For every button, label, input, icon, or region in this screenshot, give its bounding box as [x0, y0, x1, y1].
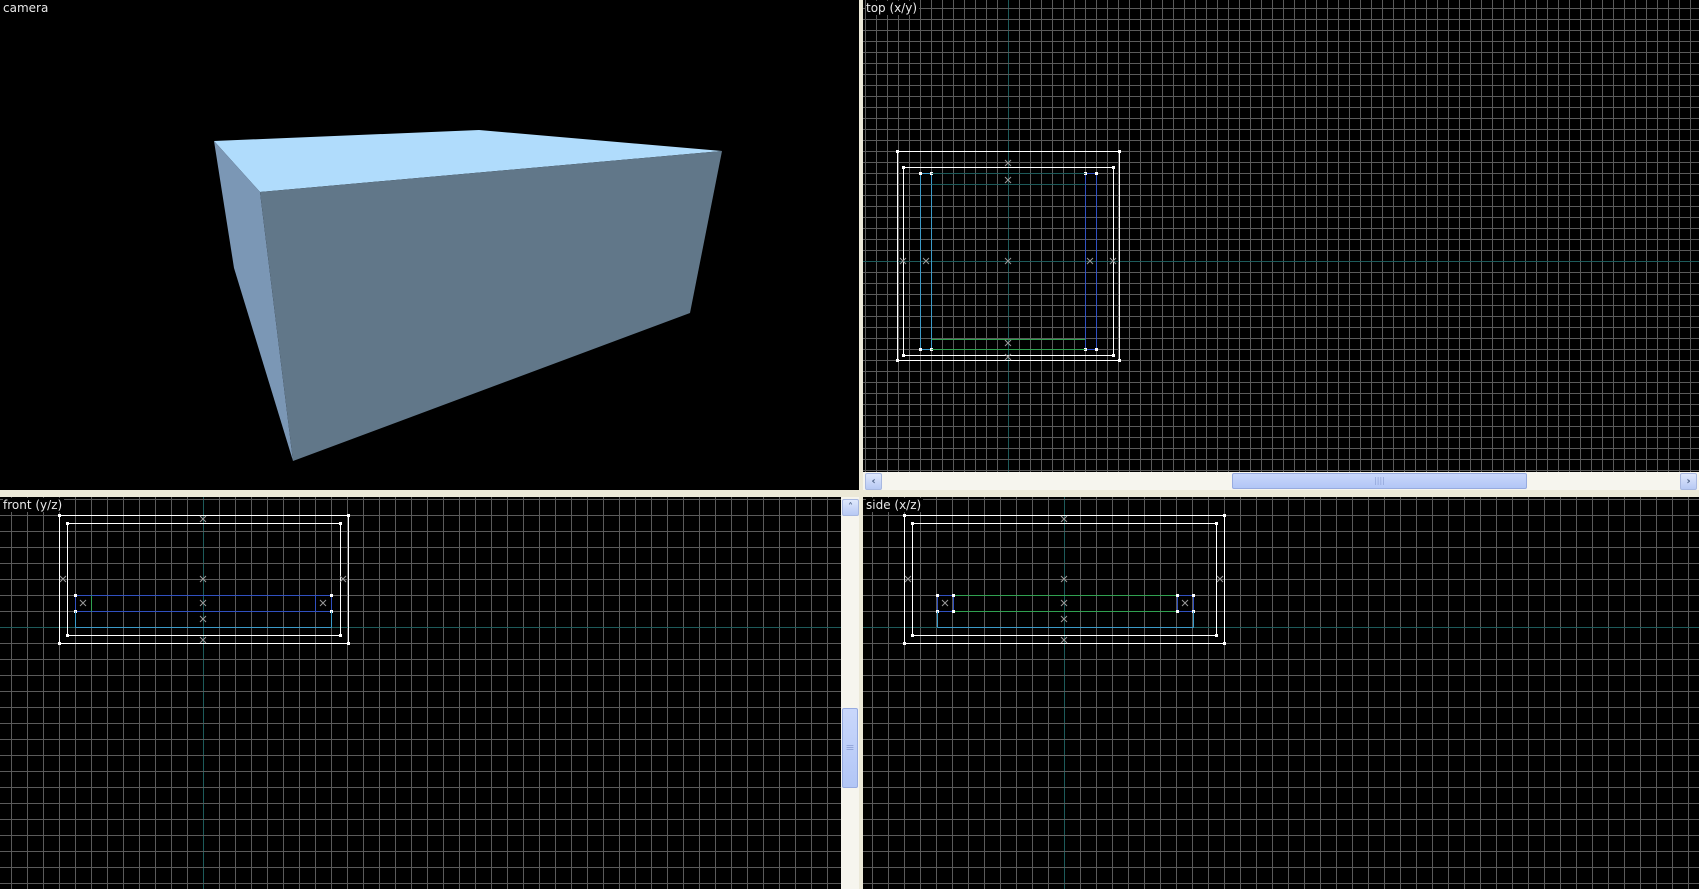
vertex-handle: [347, 642, 350, 645]
vertex-handle: [936, 594, 939, 597]
top-view-grid: [863, 0, 1699, 472]
scroll-thumb[interactable]: ||||: [1232, 473, 1527, 489]
scroll-right-button[interactable]: ›: [1680, 473, 1697, 490]
vertex-handle: [58, 514, 61, 517]
top-viewport[interactable]: top (x/y): [863, 0, 1699, 472]
scroll-thumb[interactable]: ≡: [842, 708, 858, 788]
vertex-handle: [911, 522, 914, 525]
vertex-handle: [339, 634, 342, 637]
vertex-handle: [66, 522, 69, 525]
vertex-handle: [1215, 634, 1218, 637]
side-viewport[interactable]: side (x/z): [863, 497, 1699, 889]
vertex-handle: [903, 514, 906, 517]
vertex-handle: [1223, 642, 1226, 645]
vertex-handle: [1215, 522, 1218, 525]
center-x-marker: [319, 599, 327, 607]
vertex-handle: [339, 522, 342, 525]
center-x-marker: [1181, 599, 1189, 607]
camera-render: [214, 130, 722, 461]
front-viewport[interactable]: front (y/z): [0, 497, 841, 889]
vertex-handle: [1192, 594, 1195, 597]
vertex-handle: [952, 594, 955, 597]
top-view-horizontal-scrollbar[interactable]: ‹ |||| ›: [863, 472, 1699, 490]
vertex-handle: [1176, 594, 1179, 597]
vertex-handle: [952, 610, 955, 613]
vertex-handle: [1095, 172, 1098, 175]
vertex-handle: [1095, 348, 1098, 351]
vertex-handle: [903, 642, 906, 645]
center-x-marker: [941, 599, 949, 607]
front-view-grid: [0, 497, 841, 889]
vertex-handle: [911, 634, 914, 637]
vertex-handle: [58, 642, 61, 645]
front-viewport-label: front (y/z): [3, 498, 65, 512]
camera-viewport-label: camera: [3, 1, 51, 15]
vertex-handle: [66, 634, 69, 637]
scroll-up-button[interactable]: ˄: [842, 499, 859, 516]
vertex-handle: [919, 172, 922, 175]
center-x-marker: [79, 599, 87, 607]
vertex-handle: [1112, 354, 1115, 357]
vertex-handle: [902, 166, 905, 169]
floor-brush: [937, 595, 1194, 612]
vertex-handle: [1223, 514, 1226, 517]
vertex-handle: [330, 594, 333, 597]
vertex-handle: [347, 514, 350, 517]
camera-viewport[interactable]: camera: [0, 0, 859, 490]
vertex-handle: [1112, 166, 1115, 169]
vertex-handle: [1118, 359, 1121, 362]
top-viewport-label: top (x/y): [866, 1, 920, 15]
vertex-handle: [1176, 610, 1179, 613]
front-view-vertical-scrollbar[interactable]: ˄ ≡: [841, 497, 859, 889]
vertex-handle: [74, 594, 77, 597]
scroll-left-button[interactable]: ‹: [865, 473, 882, 490]
vertex-handle: [896, 150, 899, 153]
side-viewport-label: side (x/z): [866, 498, 924, 512]
side-view-grid: [863, 497, 1699, 889]
vertex-handle: [1118, 150, 1121, 153]
vertex-handle: [919, 348, 922, 351]
vertex-handle: [902, 354, 905, 357]
box-front-face: [260, 151, 722, 461]
vertex-handle: [896, 359, 899, 362]
